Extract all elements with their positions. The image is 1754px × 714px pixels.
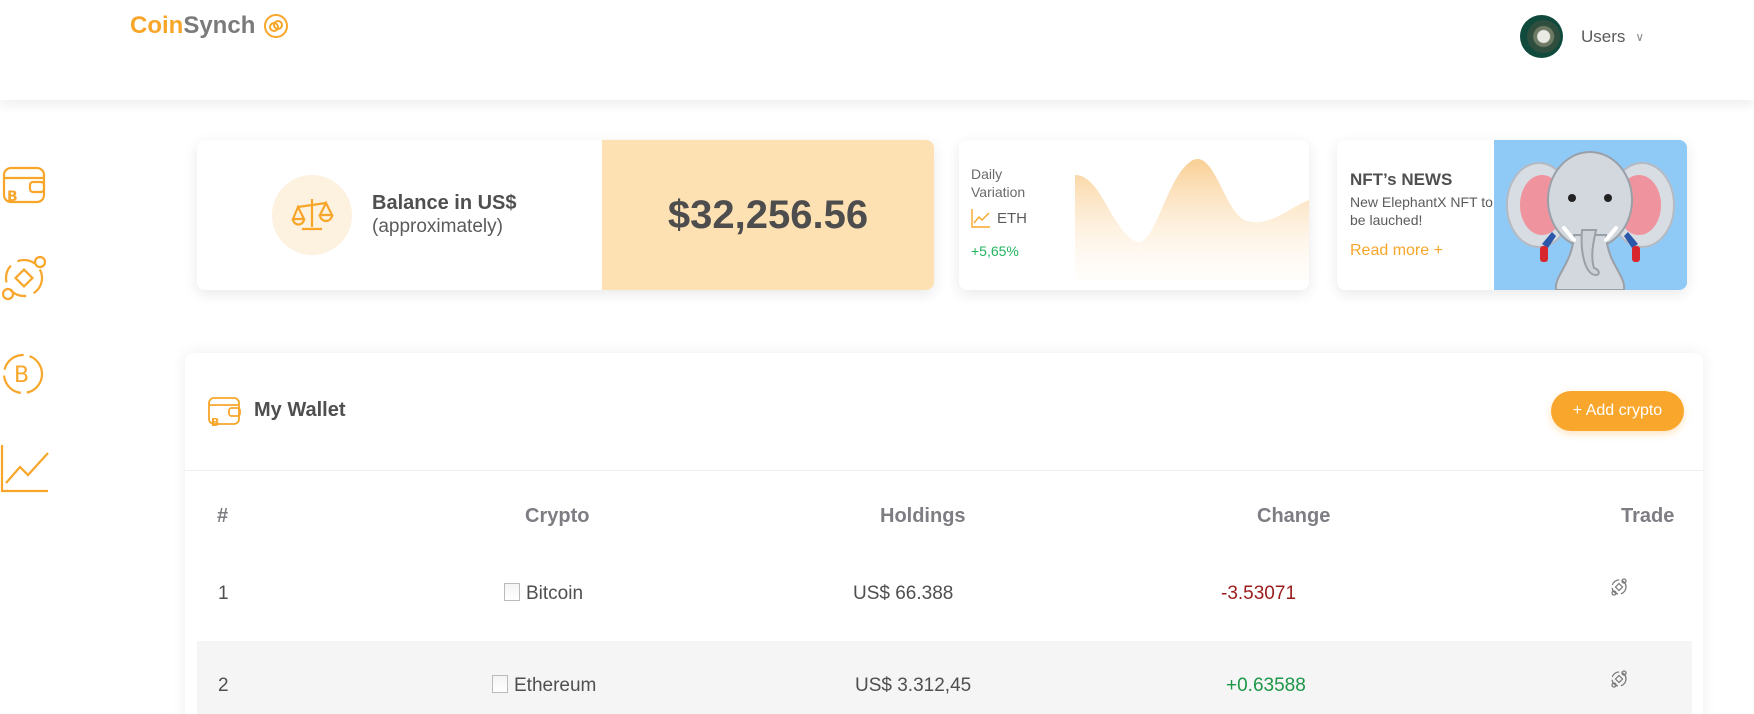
holdings-value: US$ 3.312,45 [855, 675, 972, 696]
wallet-header: B My Wallet + Add crypto [185, 353, 1703, 471]
balance-title: Balance in US$ [372, 192, 517, 214]
add-crypto-button[interactable]: + Add crypto [1551, 391, 1684, 431]
sidebar-item-charts[interactable] [0, 443, 52, 495]
nft-read-more-link[interactable]: Read more + [1350, 242, 1443, 260]
balance-scale-badge [272, 175, 352, 255]
sidebar-item-exchange[interactable] [0, 252, 52, 304]
column-header-holdings: Holdings [880, 505, 966, 527]
row-index: 1 [218, 583, 229, 604]
ethereum-logo-image [492, 675, 508, 693]
wallet-panel: B My Wallet + Add crypto # Crypto Holdin… [185, 353, 1703, 714]
balance-value: $32,256.56 [667, 192, 869, 237]
chart-line-icon [0, 445, 49, 493]
change-value: -3.53071 [1221, 583, 1297, 604]
holdings-value: US$ 66.388 [853, 583, 954, 604]
trade-exchange-icon[interactable] [1609, 669, 1629, 689]
coin-logo-icon [264, 14, 289, 38]
bitcoin-icon: B [2, 353, 44, 395]
nft-elephant-image [1494, 140, 1687, 290]
elephant-illustration-icon [1494, 140, 1687, 290]
avatar[interactable] [1520, 15, 1563, 58]
column-header-index: # [217, 505, 229, 527]
svg-text:B: B [211, 416, 219, 429]
logo-text-synch: Synch [183, 12, 256, 39]
table-row: 2 Ethereum US$ 3.312,45 +0.63588 [197, 641, 1692, 714]
nft-news-description: New ElephantX NFT to be lauched! [1350, 194, 1493, 228]
daily-variation-sparkline [1075, 158, 1309, 280]
svg-text:B: B [14, 363, 29, 388]
chevron-down-icon[interactable]: ∨ [1635, 30, 1644, 44]
trend-icon [971, 209, 990, 228]
crypto-cell: Ethereum [492, 675, 596, 697]
balance-info: Balance in US$ (approximately) [197, 140, 602, 290]
daily-variation-card: Daily Variation ETH +5,65% [959, 140, 1309, 290]
logo-text-coin: Coin [130, 12, 184, 39]
trade-exchange-icon[interactable] [1609, 577, 1629, 597]
balance-card: Balance in US$ (approximately) $32,256.5… [197, 140, 934, 290]
crypto-cell: Bitcoin [504, 583, 583, 605]
daily-variation-change: +5,65% [971, 243, 1019, 259]
change-value: +0.63588 [1226, 675, 1306, 696]
column-header-change: Change [1257, 505, 1331, 527]
bitcoin-logo-image [504, 583, 520, 601]
crypto-name: Bitcoin [526, 583, 584, 604]
user-menu-label: Users [1581, 26, 1626, 46]
exchange-icon [1, 255, 47, 301]
balance-subtitle: (approximately) [372, 216, 503, 237]
daily-variation-coin: ETH [971, 208, 1027, 228]
scale-icon [291, 199, 334, 231]
nft-news-title: NFT’s NEWS [1350, 170, 1453, 189]
sidebar-item-bitcoin[interactable]: B [0, 348, 52, 400]
column-header-crypto: Crypto [525, 505, 590, 527]
crypto-name: Ethereum [514, 675, 597, 696]
balance-value-panel: $32,256.56 [602, 140, 934, 290]
logo[interactable]: CoinSynch [130, 12, 289, 40]
wallet-title: My Wallet [254, 399, 346, 421]
nft-news-card: NFT’s NEWS New ElephantX NFT to be lauch… [1337, 140, 1687, 290]
column-header-trade: Trade [1621, 505, 1675, 527]
wallet-icon: B [208, 397, 241, 429]
top-header: CoinSynch Users ∨ [0, 0, 1754, 100]
sidebar-item-wallet[interactable]: B [0, 160, 52, 212]
svg-text:B: B [7, 189, 18, 205]
wallet-icon: B [2, 166, 46, 205]
user-menu[interactable]: Users ∨ [1520, 15, 1644, 58]
table-row: 1 Bitcoin US$ 66.388 -3.53071 [197, 549, 1692, 637]
daily-variation-coin-label: ETH [997, 209, 1027, 227]
row-index: 2 [218, 675, 229, 696]
daily-variation-title: Daily Variation [971, 166, 1026, 200]
